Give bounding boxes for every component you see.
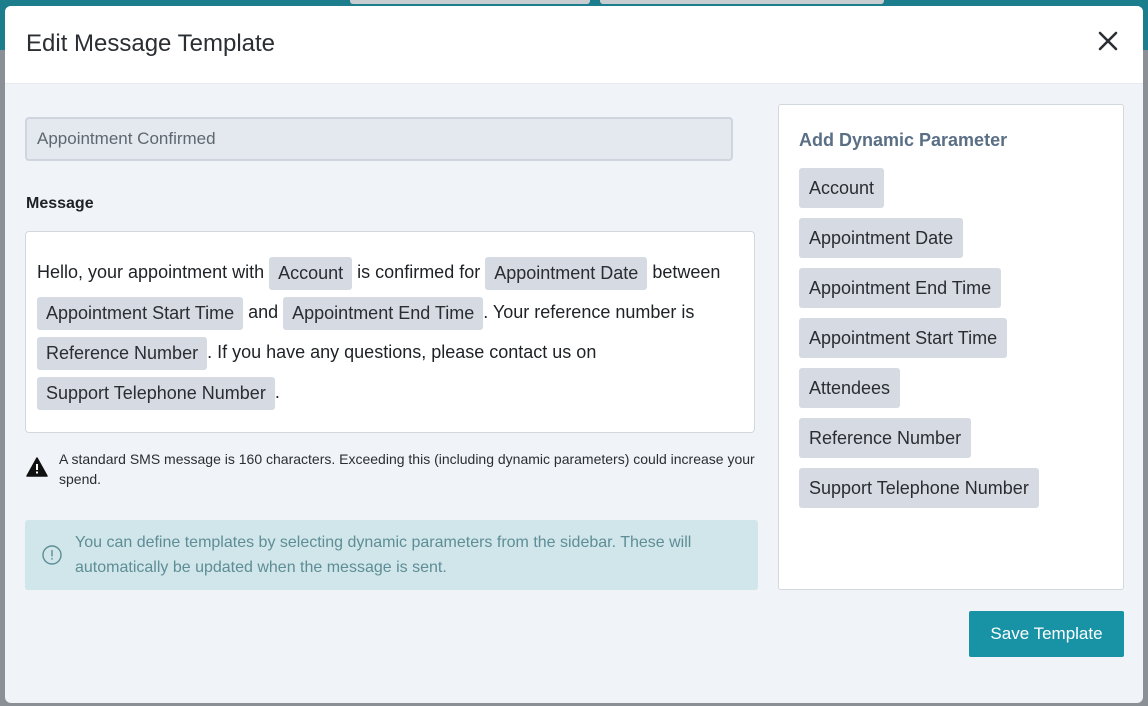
- save-template-button[interactable]: Save Template: [969, 611, 1124, 657]
- warning-icon: [26, 457, 48, 477]
- background-tab: [600, 0, 884, 4]
- close-button[interactable]: [1095, 28, 1121, 54]
- param-button-appointment-date[interactable]: Appointment Date: [799, 218, 964, 258]
- template-name-input[interactable]: [25, 117, 733, 161]
- param-button-account[interactable]: Account: [799, 168, 885, 208]
- message-text: is confirmed for: [352, 262, 486, 282]
- parameter-chip-account[interactable]: Account: [269, 256, 353, 290]
- message-text: .: [274, 382, 280, 402]
- param-button-attendees[interactable]: Attendees: [799, 368, 901, 408]
- info-icon: [42, 545, 62, 565]
- param-button-appointment-start-time[interactable]: Appointment Start Time: [799, 318, 1008, 358]
- sms-length-warning: A standard SMS message is 160 characters…: [26, 449, 756, 489]
- parameter-list: Account Appointment Date Appointment End…: [799, 168, 1039, 518]
- background-tab: [350, 0, 590, 4]
- message-label: Message: [26, 195, 94, 212]
- param-button-support-telephone-number[interactable]: Support Telephone Number: [799, 468, 1039, 508]
- message-text: . Your reference number is: [483, 302, 695, 322]
- close-icon: [1098, 31, 1118, 51]
- param-button-reference-number[interactable]: Reference Number: [799, 418, 972, 458]
- parameter-chip-appointment-date[interactable]: Appointment Date: [485, 256, 648, 290]
- info-alert: You can define templates by selecting dy…: [25, 520, 758, 590]
- modal-header: Edit Message Template: [5, 6, 1143, 84]
- warning-text: A standard SMS message is 160 characters…: [59, 451, 755, 487]
- parameter-chip-appointment-end-time[interactable]: Appointment End Time: [283, 296, 484, 330]
- message-text: Hello, your appointment with: [37, 262, 270, 282]
- dynamic-parameter-sidebar: Add Dynamic Parameter Account Appointmen…: [778, 104, 1124, 590]
- param-button-appointment-end-time[interactable]: Appointment End Time: [799, 268, 1002, 308]
- parameter-chip-support-telephone-number[interactable]: Support Telephone Number: [37, 376, 275, 410]
- info-text: You can define templates by selecting dy…: [75, 534, 692, 576]
- message-text: between: [647, 262, 721, 282]
- modal-title: Edit Message Template: [26, 30, 276, 57]
- edit-template-modal: Edit Message Template Message Hello, you…: [5, 6, 1143, 703]
- parameter-chip-appointment-start-time[interactable]: Appointment Start Time: [37, 296, 244, 330]
- message-text: and: [243, 302, 284, 322]
- parameter-chip-reference-number[interactable]: Reference Number: [37, 336, 208, 370]
- message-text: . If you have any questions, please cont…: [207, 342, 597, 362]
- message-editor[interactable]: Hello, your appointment with Account is …: [25, 231, 755, 433]
- sidebar-title: Add Dynamic Parameter: [799, 130, 1008, 150]
